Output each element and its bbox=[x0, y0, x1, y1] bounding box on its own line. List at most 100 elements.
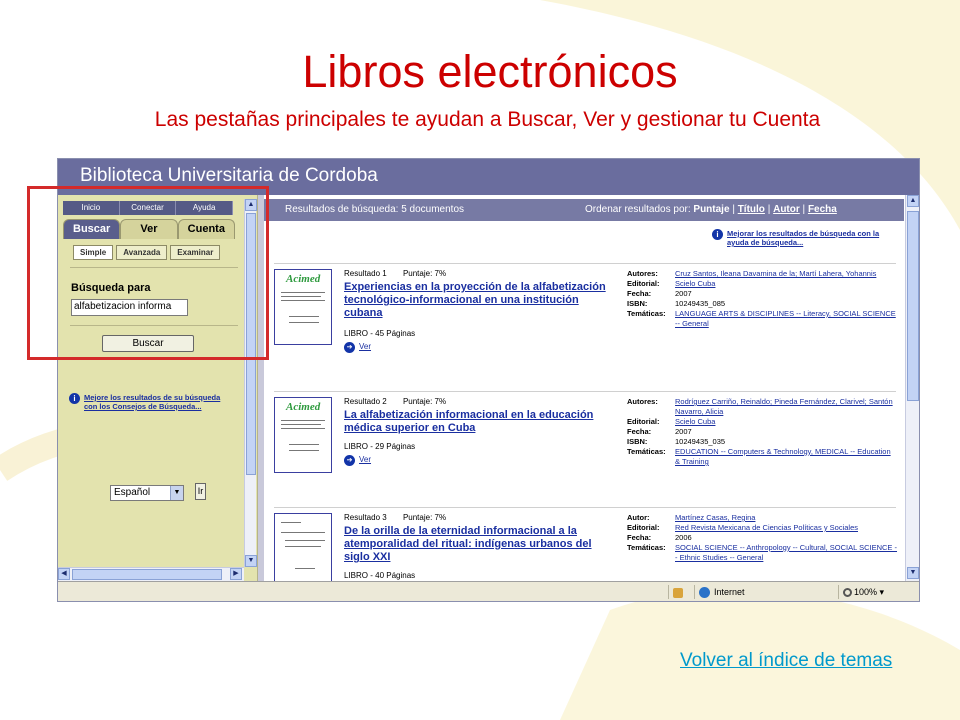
result-metadata: Autores: Rodríguez Carriño, Reinaldo; Pin… bbox=[627, 397, 897, 467]
meta-authors-link[interactable]: Martínez Casas, Regina bbox=[675, 513, 897, 523]
meta-publisher-link[interactable]: Scielo Cuba bbox=[675, 417, 897, 427]
highlight-box bbox=[27, 186, 269, 360]
result-score: Puntaje: 7% bbox=[402, 397, 447, 406]
back-to-index-link[interactable]: Volver al índice de temas bbox=[680, 650, 892, 672]
meta-key: Editorial: bbox=[627, 279, 660, 288]
meta-key: Editorial: bbox=[627, 417, 660, 426]
meta-subjects-link[interactable]: LANGUAGE ARTS & DISCIPLINES -- Literacy,… bbox=[675, 309, 897, 329]
browser-status-bar: Internet 100% ▾ bbox=[58, 581, 919, 601]
scroll-down-icon[interactable]: ▼ bbox=[907, 567, 919, 579]
meta-key: Autor: bbox=[627, 513, 650, 522]
result-title-link[interactable]: La alfabetización informacional en la ed… bbox=[344, 409, 612, 435]
results-panel: Resultados de búsqueda: 5 documentos Ord… bbox=[264, 195, 919, 589]
meta-key: Temáticas: bbox=[627, 309, 666, 318]
meta-authors-link[interactable]: Rodríguez Carriño, Reinaldo; Pineda Fern… bbox=[675, 397, 897, 417]
result-score: Puntaje: 7% bbox=[402, 513, 447, 522]
meta-key: Fecha: bbox=[627, 289, 652, 298]
result-title-link[interactable]: Experiencias en la proyección de la alfa… bbox=[344, 281, 612, 320]
zone-cell: Internet bbox=[694, 585, 834, 599]
info-icon: i bbox=[69, 393, 80, 404]
warning-icon bbox=[673, 587, 683, 598]
scroll-thumb[interactable] bbox=[907, 211, 919, 401]
meta-key: Editorial: bbox=[627, 523, 660, 532]
meta-key: ISBN: bbox=[627, 299, 648, 308]
search-help-text: Mejorar los resultados de búsqueda con l… bbox=[727, 229, 880, 247]
result-number: Resultado 3 bbox=[344, 513, 387, 522]
result-format: LIBRO - 45 Páginas bbox=[344, 329, 416, 338]
search-tips-link[interactable]: i Mejore los resultados de su búsqueda c… bbox=[69, 393, 234, 411]
result-metadata: Autor: Martínez Casas, Regina Editorial: R… bbox=[627, 513, 897, 563]
meta-date: 2007 bbox=[675, 289, 692, 298]
sort-separator: | bbox=[732, 204, 735, 215]
scroll-right-icon[interactable]: ▶ bbox=[230, 568, 242, 580]
scroll-thumb[interactable] bbox=[72, 569, 222, 580]
result-item: Acimed Resultado 1 Puntaje: 7% Experienc… bbox=[274, 263, 896, 383]
result-item: Acimed Resultado 2 Puntaje: 7% La alfabe… bbox=[274, 391, 896, 511]
cover-brand: Acimed bbox=[286, 401, 321, 413]
language-value: Español bbox=[114, 487, 151, 498]
view-label: Ver bbox=[359, 342, 372, 351]
result-format: LIBRO - 29 Páginas bbox=[344, 442, 416, 451]
result-header: Resultado 1 Puntaje: 7% bbox=[344, 269, 460, 278]
book-cover-thumbnail[interactable]: Acimed bbox=[274, 269, 332, 345]
result-number: Resultado 1 bbox=[344, 269, 387, 278]
slide-title: Libros electrónicos bbox=[302, 46, 678, 97]
arrow-right-icon: ➔ bbox=[344, 455, 355, 466]
meta-publisher-link[interactable]: Red Revista Mexicana de Ciencias Polític… bbox=[675, 523, 897, 533]
scroll-left-icon[interactable]: ◀ bbox=[58, 568, 70, 580]
sort-titulo[interactable]: Título bbox=[738, 204, 765, 215]
view-label: Ver bbox=[359, 455, 372, 464]
sort-current: Puntaje bbox=[693, 204, 730, 215]
chevron-down-icon: ▼ bbox=[170, 486, 183, 500]
sort-autor[interactable]: Autor bbox=[773, 204, 800, 215]
cover-brand: Acimed bbox=[286, 273, 321, 285]
go-button[interactable]: Ir bbox=[195, 483, 206, 500]
result-score: Puntaje: 7% bbox=[402, 269, 447, 278]
result-title-link[interactable]: De la orilla de la eternidad informacion… bbox=[344, 525, 612, 564]
scroll-down-icon[interactable]: ▼ bbox=[245, 555, 257, 567]
sort-controls: Ordenar resultados por: Puntaje | Título… bbox=[585, 199, 837, 221]
search-tips-text: Mejore los resultados de su búsqueda con… bbox=[84, 393, 221, 411]
globe-icon bbox=[699, 587, 710, 599]
meta-authors-link[interactable]: Cruz Santos, Ileana Davamina de la; Mart… bbox=[675, 269, 897, 279]
left-horizontal-scrollbar[interactable]: ◀ ▶ bbox=[58, 567, 244, 581]
book-cover-thumbnail[interactable] bbox=[274, 513, 332, 589]
scroll-up-icon[interactable]: ▲ bbox=[907, 195, 919, 207]
meta-isbn: 10249435_035 bbox=[675, 437, 726, 446]
info-icon: i bbox=[712, 229, 723, 240]
result-header: Resultado 2 Puntaje: 7% bbox=[344, 397, 460, 406]
meta-key: Temáticas: bbox=[627, 447, 666, 456]
results-count: Resultados de búsqueda: 5 documentos bbox=[285, 204, 465, 215]
meta-key: Temáticas: bbox=[627, 543, 666, 552]
meta-isbn: 10249435_085 bbox=[675, 299, 726, 308]
zoom-cell[interactable]: 100% ▾ bbox=[838, 585, 916, 599]
search-help-link[interactable]: i Mejorar los resultados de búsqueda con… bbox=[712, 229, 897, 247]
zoom-level: 100% bbox=[854, 587, 878, 597]
sort-separator: | bbox=[802, 204, 806, 215]
result-header: Resultado 3 Puntaje: 7% bbox=[344, 513, 460, 522]
zoom-icon bbox=[843, 588, 852, 598]
meta-key: Autores: bbox=[627, 269, 658, 278]
book-cover-thumbnail[interactable]: Acimed bbox=[274, 397, 332, 473]
arrow-right-icon: ➔ bbox=[344, 342, 355, 353]
result-number: Resultado 2 bbox=[344, 397, 387, 406]
sort-fecha[interactable]: Fecha bbox=[808, 204, 837, 215]
right-vertical-scrollbar[interactable]: ▲ ▼ bbox=[905, 195, 919, 581]
meta-key: Fecha: bbox=[627, 427, 652, 436]
sort-label: Ordenar resultados por: bbox=[585, 204, 691, 215]
sort-separator: | bbox=[767, 204, 771, 215]
meta-date: 2007 bbox=[675, 427, 692, 436]
meta-key: Fecha: bbox=[627, 533, 652, 542]
result-metadata: Autores: Cruz Santos, Ileana Davamina de … bbox=[627, 269, 897, 329]
meta-date: 2006 bbox=[675, 533, 692, 542]
slide-subtitle: Las pestañas principales te ayudan a Bus… bbox=[154, 108, 821, 131]
view-link[interactable]: ➔ Ver bbox=[344, 455, 371, 466]
language-select[interactable]: Español ▼ bbox=[110, 485, 184, 501]
result-format: LIBRO - 40 Páginas bbox=[344, 571, 416, 580]
zone-label: Internet bbox=[714, 587, 745, 597]
meta-subjects-link[interactable]: SOCIAL SCIENCE -- Anthropology -- Cultur… bbox=[675, 543, 897, 563]
meta-subjects-link[interactable]: EDUCATION -- Computers & Technology, MED… bbox=[675, 447, 897, 467]
view-link[interactable]: ➔ Ver bbox=[344, 342, 371, 353]
meta-key: ISBN: bbox=[627, 437, 648, 446]
meta-publisher-link[interactable]: Scielo Cuba bbox=[675, 279, 897, 289]
